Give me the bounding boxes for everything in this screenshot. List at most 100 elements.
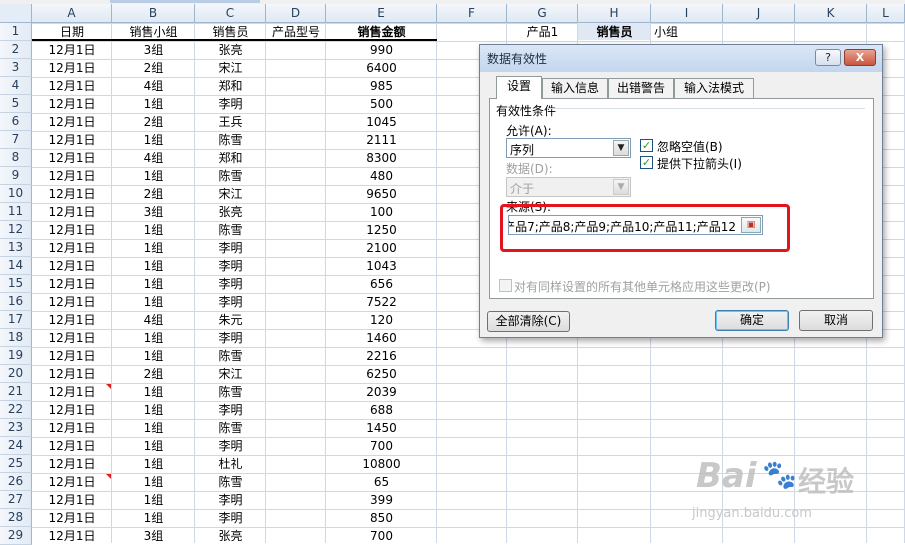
amount-cell[interactable]: 399 [326,491,437,509]
row-header[interactable]: 27 [0,491,32,509]
salesperson-cell[interactable]: 郑和 [195,149,266,167]
group-cell[interactable]: 2组 [112,185,195,203]
group-cell[interactable]: 1组 [112,293,195,311]
salesperson-cell[interactable]: 王兵 [195,113,266,131]
date-cell[interactable]: 12月1日 [32,59,112,77]
group-cell[interactable]: 1组 [112,239,195,257]
amount-cell[interactable]: 2111 [326,131,437,149]
date-cell[interactable]: 12月1日 [32,149,112,167]
amount-cell[interactable]: 1250 [326,221,437,239]
date-cell[interactable]: 12月1日 [32,473,112,491]
amount-cell[interactable]: 700 [326,527,437,545]
row-header[interactable]: 3 [0,59,32,77]
date-cell[interactable]: 12月1日 [32,509,112,527]
row-header[interactable]: 29 [0,527,32,545]
tab-settings[interactable]: 设置 [496,76,542,99]
salesperson-cell[interactable]: 陈雪 [195,383,266,401]
group-cell[interactable]: 1组 [112,491,195,509]
comment-indicator-icon[interactable] [106,384,111,389]
salesperson-cell[interactable]: 李明 [195,437,266,455]
salesperson-cell[interactable]: 李明 [195,509,266,527]
select-all-corner[interactable] [0,4,32,23]
amount-cell[interactable]: 10800 [326,455,437,473]
amount-cell[interactable]: 9650 [326,185,437,203]
row-header[interactable]: 28 [0,509,32,527]
chevron-down-icon[interactable]: ▼ [613,140,629,156]
amount-cell[interactable]: 100 [326,203,437,221]
tab-error-alert[interactable]: 出错警告 [608,78,674,98]
salesperson-cell[interactable]: 宋江 [195,365,266,383]
salesperson-cell[interactable]: 李明 [195,401,266,419]
group-cell[interactable]: 4组 [112,149,195,167]
salesperson-cell[interactable]: 张亮 [195,41,266,59]
date-cell[interactable]: 12月1日 [32,275,112,293]
amount-cell[interactable]: 656 [326,275,437,293]
group-cell[interactable]: 1组 [112,383,195,401]
amount-cell[interactable]: 1043 [326,257,437,275]
salesperson-cell[interactable]: 陈雪 [195,167,266,185]
column-header-l[interactable]: L [867,4,905,23]
row-header[interactable]: 23 [0,419,32,437]
salesperson-cell[interactable]: 李明 [195,95,266,113]
close-button[interactable]: X [844,49,876,66]
date-cell[interactable]: 12月1日 [32,131,112,149]
cancel-button[interactable]: 取消 [799,310,873,331]
row-header[interactable]: 8 [0,149,32,167]
allow-select[interactable]: 序列 ▼ [506,138,631,158]
date-cell[interactable]: 12月1日 [32,185,112,203]
row-header[interactable]: 24 [0,437,32,455]
date-cell[interactable]: 12月1日 [32,527,112,545]
group-cell[interactable]: 2组 [112,365,195,383]
group-cell[interactable]: 1组 [112,257,195,275]
date-cell[interactable]: 12月1日 [32,365,112,383]
row-header[interactable]: 25 [0,455,32,473]
ignore-blank-checkbox[interactable]: ✓ [640,139,653,152]
group-cell[interactable]: 1组 [112,167,195,185]
column-header-k[interactable]: K [795,4,867,23]
group-cell[interactable]: 1组 [112,275,195,293]
date-cell[interactable]: 12月1日 [32,437,112,455]
group-cell[interactable]: 1组 [112,455,195,473]
row-header[interactable]: 11 [0,203,32,221]
row-header[interactable]: 21 [0,383,32,401]
row-header[interactable]: 4 [0,77,32,95]
salesperson-cell[interactable]: 陈雪 [195,221,266,239]
date-cell[interactable]: 12月1日 [32,419,112,437]
row-header[interactable]: 14 [0,257,32,275]
date-cell[interactable]: 12月1日 [32,239,112,257]
date-cell[interactable]: 12月1日 [32,383,112,401]
amount-cell[interactable]: 6400 [326,59,437,77]
row-header[interactable]: 19 [0,347,32,365]
salesperson-cell[interactable]: 宋江 [195,185,266,203]
date-cell[interactable]: 12月1日 [32,77,112,95]
date-cell[interactable]: 12月1日 [32,329,112,347]
date-cell[interactable]: 12月1日 [32,41,112,59]
header-cell-g[interactable]: 产品1 [507,23,578,41]
amount-cell[interactable]: 850 [326,509,437,527]
group-cell[interactable]: 1组 [112,509,195,527]
group-cell[interactable]: 2组 [112,59,195,77]
row-header[interactable]: 2 [0,41,32,59]
group-cell[interactable]: 4组 [112,311,195,329]
row-header[interactable]: 18 [0,329,32,347]
salesperson-cell[interactable]: 李明 [195,239,266,257]
date-cell[interactable]: 12月1日 [32,221,112,239]
salesperson-cell[interactable]: 李明 [195,257,266,275]
clear-all-button[interactable]: 全部清除(C) [487,311,570,332]
group-cell[interactable]: 1组 [112,401,195,419]
header-cell-a[interactable]: 日期 [32,23,112,41]
date-cell[interactable]: 12月1日 [32,311,112,329]
dropdown-arrow-checkbox[interactable]: ✓ [640,156,653,169]
date-cell[interactable]: 12月1日 [32,203,112,221]
column-header-g[interactable]: G [507,4,578,23]
salesperson-cell[interactable]: 陈雪 [195,131,266,149]
date-cell[interactable]: 12月1日 [32,95,112,113]
row-header[interactable]: 6 [0,113,32,131]
amount-cell[interactable]: 688 [326,401,437,419]
header-cell-c[interactable]: 销售员 [195,23,266,41]
amount-cell[interactable]: 700 [326,437,437,455]
amount-cell[interactable]: 6250 [326,365,437,383]
salesperson-cell[interactable]: 宋江 [195,59,266,77]
row-header[interactable]: 1 [0,23,32,41]
group-cell[interactable]: 3组 [112,527,195,545]
